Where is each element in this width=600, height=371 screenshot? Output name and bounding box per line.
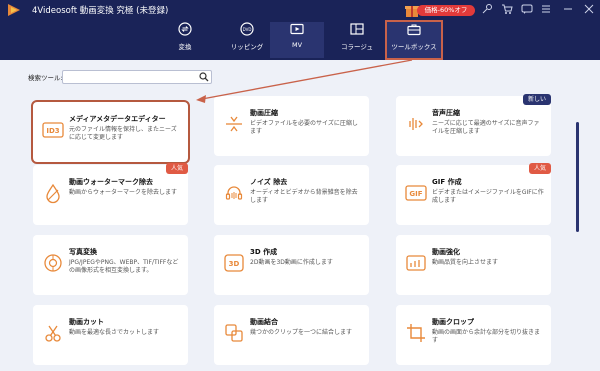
tool-desc: 動画からウォーターマークを除去します: [69, 189, 178, 196]
tool-desc: 幾つかのクリップを一つに結合します: [250, 329, 353, 336]
tool-title: 動画クロップ: [432, 318, 474, 326]
photo-convert-icon: [44, 254, 62, 272]
search-input[interactable]: [63, 78, 193, 91]
tool-card-photo-convert[interactable]: 写真変換 JPG/JPEGやPNG、WEBP、TIF/TIFFなどの画像形式を相…: [33, 235, 188, 295]
cut-icon: [45, 325, 61, 342]
tab-ripping-label: リッピング: [230, 43, 264, 51]
svg-text:3D: 3D: [229, 260, 240, 268]
app-logo-icon: [8, 4, 20, 16]
tab-collage[interactable]: コラージュ: [332, 22, 382, 58]
tab-mv-label: MV: [291, 41, 303, 49]
search-label: 検索ツール:: [28, 74, 63, 82]
merge-icon: [225, 324, 243, 342]
cart-icon[interactable]: [501, 3, 513, 15]
audio-compress-icon: [409, 118, 423, 130]
tab-collage-label: コラージュ: [341, 43, 373, 51]
tool-title: 動画ウォーターマーク除去: [69, 178, 153, 186]
scrollbar[interactable]: [576, 122, 579, 232]
tool-desc: ビデオファイルを必要のサイズに圧縮します: [250, 120, 358, 135]
tool-desc: 元のファイル情報を保持し、またニーズに応じて変更します: [69, 126, 177, 141]
tool-card-watermark-remove[interactable]: 動画ウォーターマーク除去 動画からウォーターマークを除去します 人気: [33, 163, 188, 225]
promo-label: 価格-60%オフ: [417, 5, 475, 16]
convert-icon: [178, 22, 192, 36]
tool-title: 3D 作成: [250, 248, 278, 256]
tool-title: 写真変換: [69, 248, 97, 256]
tab-ripping[interactable]: DVD リッピング: [222, 22, 272, 58]
title-bar: 4Videosoft 動画変換 究極 (未登録) 価格-60%オフ 変換 DVD…: [0, 0, 600, 60]
tool-desc: 動画品質を向上させます: [432, 259, 499, 266]
close-icon[interactable]: [583, 3, 595, 15]
tool-desc: 動画の画面から余計な部分を切り抜きます: [432, 329, 541, 344]
tool-card-noise-remove[interactable]: ノイズ 除去 オーディオとビデオから背景雑音を除去します: [214, 165, 369, 225]
tool-desc: ニーズに応じて最適のサイズに音声ファイルを圧縮します: [432, 120, 540, 135]
mv-icon: [290, 23, 304, 35]
promo-button[interactable]: 価格-60%オフ: [404, 2, 475, 18]
tool-card-video-compress[interactable]: 動画圧縮 ビデオファイルを必要のサイズに圧縮します: [214, 96, 369, 156]
crop-icon: [407, 324, 425, 342]
tool-title: 動画結合: [250, 318, 278, 326]
enhance-icon: [406, 255, 426, 271]
tool-title: 動画強化: [432, 248, 460, 256]
svg-text:GIF: GIF: [409, 190, 422, 198]
tool-title: 動画圧縮: [250, 109, 278, 117]
tab-toolbox-label: ツールボックス: [391, 43, 437, 51]
minimize-icon[interactable]: [562, 3, 574, 15]
window-title: 4Videosoft 動画変換 究極 (未登録): [32, 6, 169, 16]
menu-icon[interactable]: [540, 3, 552, 15]
tool-card-metadata-editor[interactable]: ID3 メディアメタデータエディター 元のファイル情報を保持し、またニーズに応じ…: [31, 100, 190, 164]
new-badge: 新しい: [522, 94, 551, 105]
tool-card-3d-maker[interactable]: 3D 3D 作成 2D動画を3D動画に作成します: [214, 235, 369, 295]
tool-title: 音声圧縮: [432, 109, 460, 117]
tool-title: ノイズ 除去: [250, 178, 288, 186]
tool-desc: 動画を最適な長さでカットします: [69, 329, 160, 336]
tab-mv[interactable]: MV: [270, 22, 324, 58]
tool-title: 動画カット: [69, 318, 104, 326]
gif-icon: GIF: [405, 185, 427, 201]
toolbox-icon: [407, 24, 421, 36]
3d-icon: 3D: [224, 254, 244, 272]
key-icon[interactable]: [481, 3, 493, 15]
tool-desc: JPG/JPEGやPNG、WEBP、TIF/TIFFなどの画像形式を相互変換しま…: [69, 259, 179, 274]
tool-card-video-cut[interactable]: 動画カット 動画を最適な長さでカットします: [33, 305, 188, 365]
toolbox-panel: 検索ツール: ID3 メディアメタデータエディター 元のファイル情報を保持し、ま…: [0, 60, 600, 371]
tool-card-gif-maker[interactable]: GIF GIF 作成 ビデオまたはイメージファイルをGIFに作成します 人気: [396, 163, 551, 225]
tool-desc: ビデオまたはイメージファイルをGIFに作成します: [432, 189, 544, 204]
tool-card-video-enhance[interactable]: 動画強化 動画品質を向上させます: [396, 235, 551, 295]
popular-badge: 人気: [528, 163, 551, 174]
tool-desc: オーディオとビデオから背景雑音を除去します: [250, 189, 358, 204]
tool-card-video-merge[interactable]: 動画結合 幾つかのクリップを一つに結合します: [214, 305, 369, 365]
svg-text:DVD: DVD: [243, 27, 252, 32]
noise-remove-icon: [225, 186, 243, 200]
tool-card-audio-compress[interactable]: 音声圧縮 ニーズに応じて最適のサイズに音声ファイルを圧縮します 新しい: [396, 94, 551, 156]
popular-badge: 人気: [165, 163, 188, 174]
tool-card-video-crop[interactable]: 動画クロップ 動画の画面から余計な部分を切り抜きます: [396, 305, 551, 365]
search-icon[interactable]: [199, 72, 209, 82]
tool-title: GIF 作成: [432, 178, 462, 186]
tab-convert-label: 変換: [178, 43, 192, 51]
tool-desc: 2D動画を3D動画に作成します: [250, 259, 333, 266]
chat-icon[interactable]: [521, 3, 533, 15]
id3-icon: ID3: [42, 122, 64, 138]
tool-title: メディアメタデータエディター: [69, 115, 166, 123]
dvd-icon: DVD: [240, 22, 254, 36]
tab-toolbox[interactable]: ツールボックス: [385, 20, 443, 60]
collage-icon: [350, 23, 364, 35]
watermark-remove-icon: [46, 183, 60, 204]
tab-convert[interactable]: 変換: [164, 22, 206, 58]
svg-text:ID3: ID3: [46, 127, 59, 135]
search-box: [62, 70, 212, 91]
compress-icon: [226, 116, 242, 132]
